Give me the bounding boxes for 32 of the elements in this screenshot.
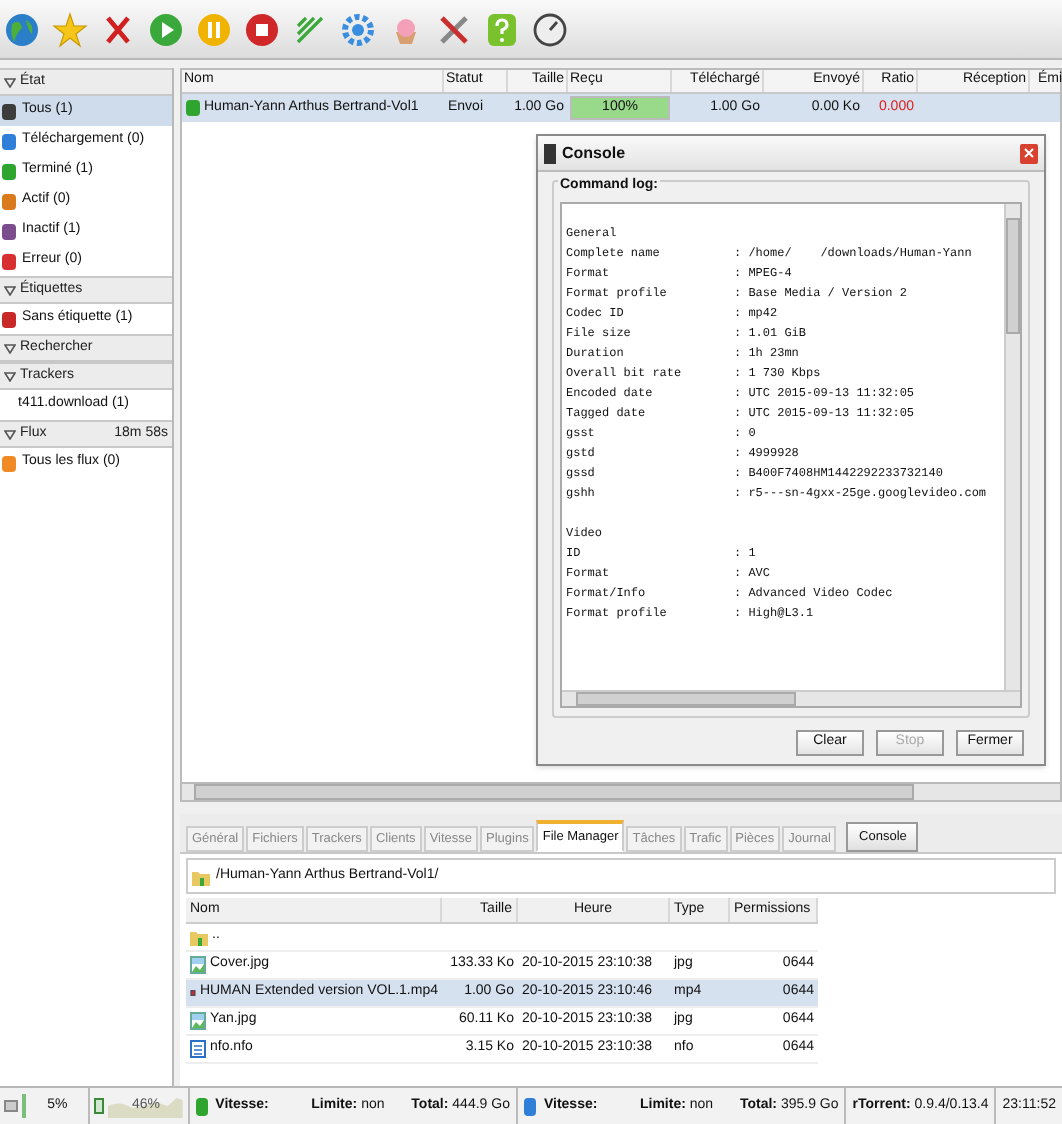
close-button[interactable]: [1020, 143, 1038, 163]
cpu-icon: [94, 1098, 105, 1114]
star-icon[interactable]: [52, 11, 88, 47]
triangle-icon: [4, 77, 16, 87]
image-file-icon: [190, 956, 206, 974]
pause-icon[interactable]: [196, 11, 232, 47]
scroll-thumb[interactable]: [194, 784, 914, 800]
stop-icon[interactable]: [244, 11, 280, 47]
tools-icon[interactable]: [436, 11, 472, 47]
gear-icon[interactable]: [340, 11, 376, 47]
scroll-thumb[interactable]: [1006, 218, 1020, 334]
gauge-icon[interactable]: [532, 11, 568, 47]
help-icon[interactable]: [484, 11, 520, 47]
terminal-icon: [544, 143, 556, 163]
folder-icon: [192, 867, 210, 885]
scroll-thumb[interactable]: [576, 692, 796, 706]
text-file-icon: [190, 1040, 206, 1058]
horizontal-scrollbar[interactable]: [562, 690, 1020, 706]
triangle-icon: [4, 371, 16, 381]
signal-icon[interactable]: [292, 11, 328, 47]
vertical-scrollbar[interactable]: [1004, 204, 1020, 690]
image-file-icon: [190, 1012, 206, 1030]
close-icon: [1024, 148, 1034, 158]
horizontal-scrollbar[interactable]: [180, 784, 1062, 802]
close-icon[interactable]: [100, 11, 136, 47]
triangle-icon: [4, 285, 16, 295]
play-icon[interactable]: [148, 11, 184, 47]
folder-icon: [190, 928, 208, 946]
triangle-icon: [4, 343, 16, 353]
dialog-title: Console: [562, 141, 628, 165]
triangle-icon: [4, 429, 16, 439]
globe-icon[interactable]: [4, 11, 40, 47]
